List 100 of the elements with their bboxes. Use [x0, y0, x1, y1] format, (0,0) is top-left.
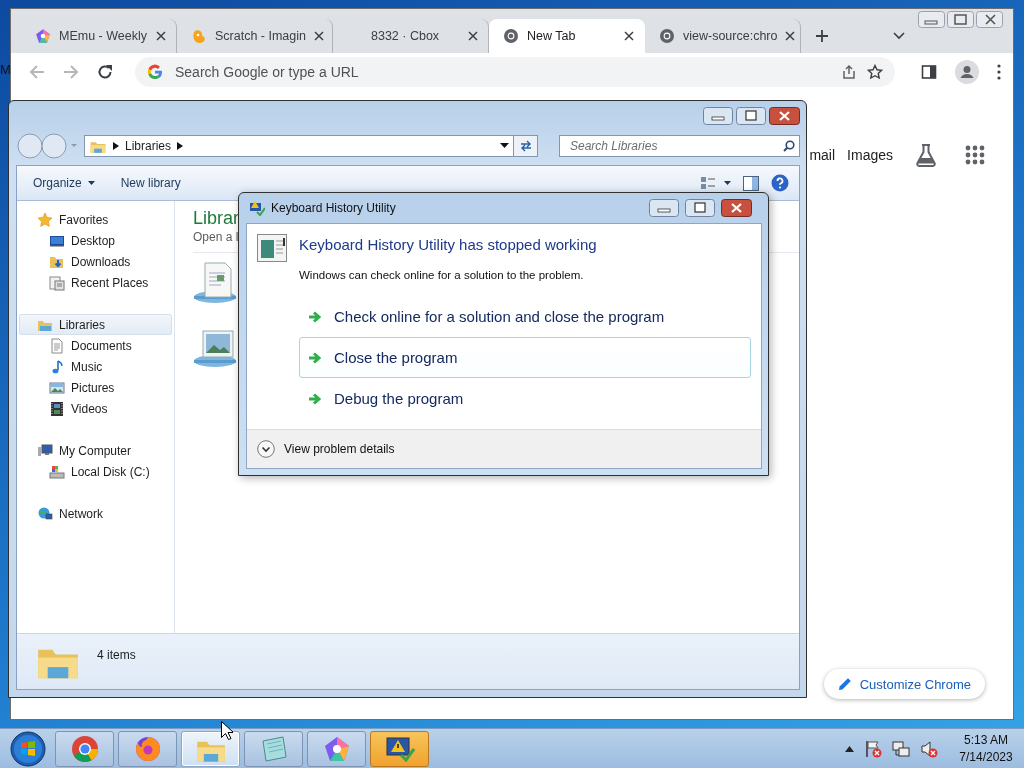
address-input[interactable]: Search Google or type a URL [173, 63, 831, 81]
chevron-down-icon [257, 440, 275, 458]
taskbar-button[interactable] [370, 730, 429, 767]
window-title: Keyboard History Utility [271, 201, 396, 215]
pencil-icon [837, 677, 852, 691]
star-icon[interactable] [867, 64, 883, 80]
chevron-down-icon[interactable] [893, 32, 905, 40]
toolbar-button[interactable]: New library [114, 173, 187, 193]
menu-icon[interactable] [997, 64, 1001, 80]
help-icon[interactable] [771, 174, 789, 192]
search-input[interactable]: Search Libraries [568, 137, 783, 154]
chrome-icon [659, 28, 675, 44]
nav-item[interactable]: My Computer [19, 440, 172, 461]
start-orb-icon[interactable] [10, 730, 46, 767]
browser-tab[interactable]: MEmu - Weekly [21, 19, 177, 53]
program-window-icon [257, 234, 287, 262]
firefox-icon [133, 734, 162, 763]
recent-icon [49, 274, 65, 291]
close-icon[interactable] [721, 199, 752, 217]
details-toggle[interactable]: View problem details [257, 440, 395, 458]
command-link[interactable]: Debug the program [299, 378, 751, 419]
close-icon[interactable] [785, 31, 796, 41]
refresh-button[interactable] [514, 134, 538, 157]
browser-tab[interactable]: New Tab [489, 19, 645, 53]
reload-icon[interactable] [97, 64, 113, 80]
network-icon[interactable] [892, 739, 910, 758]
search-field[interactable]: Search Libraries [559, 134, 800, 157]
close-icon[interactable] [314, 31, 324, 41]
nav-item[interactable]: Music [19, 356, 172, 377]
app-warning-icon [249, 200, 265, 216]
item-count: 4 items [97, 648, 136, 662]
share-icon[interactable] [841, 64, 857, 80]
command-link[interactable]: Check online for a solution and close the program [299, 296, 751, 337]
top-link[interactable]: Images [847, 147, 893, 163]
app-icon [322, 734, 351, 763]
maximize-icon[interactable] [685, 199, 715, 217]
chrome-icon [503, 28, 519, 44]
nav-item[interactable]: Recent Places [19, 272, 172, 293]
nav-item[interactable]: Desktop [19, 230, 172, 251]
close-icon[interactable] [468, 31, 478, 41]
show-hidden-icon[interactable] [845, 745, 854, 752]
favorites-icon [37, 211, 53, 228]
plus-icon[interactable] [815, 29, 829, 43]
nav-item[interactable]: Downloads [19, 251, 172, 272]
documents-icon [49, 337, 65, 354]
nav-item[interactable]: Favorites [19, 209, 172, 230]
nav-item[interactable]: Libraries [19, 314, 172, 335]
section-subtitle: Open a l [193, 230, 239, 244]
volume-muted-icon[interactable] [920, 739, 938, 758]
chrome-icon [70, 734, 99, 763]
pictures-icon [49, 379, 65, 396]
clock-time[interactable]: 5:13 AM [964, 731, 1008, 749]
taskbar-button[interactable] [55, 730, 114, 767]
preview-pane-icon[interactable] [743, 175, 759, 191]
close-icon[interactable] [769, 106, 800, 125]
disk-icon [49, 463, 65, 480]
dialog-heading: Keyboard History Utility has stopped working [299, 235, 597, 255]
document-library-icon [193, 259, 237, 305]
close-icon[interactable] [156, 31, 166, 41]
toolbar-button[interactable]: Organize [27, 173, 101, 193]
close-icon[interactable] [624, 31, 634, 41]
arrow-icon [308, 351, 322, 364]
side-panel-icon[interactable] [921, 64, 937, 80]
arrow-icon [308, 392, 322, 405]
maximize-icon[interactable] [947, 11, 974, 28]
customize-chrome-button[interactable]: Customize Chrome [823, 669, 985, 699]
app-icon [35, 28, 51, 44]
minimize-icon[interactable] [649, 199, 679, 217]
dropdown-caret-icon[interactable] [500, 143, 509, 148]
avatar-icon[interactable] [955, 60, 979, 84]
network-icon [37, 505, 53, 522]
nav-item[interactable]: Local Disk (C:) [19, 461, 172, 482]
breadcrumb-arrow-icon[interactable] [177, 141, 184, 150]
nav-item[interactable]: Documents [19, 335, 172, 356]
breadcrumb-item[interactable]: Libraries [125, 138, 172, 153]
nav-item[interactable]: Pictures [19, 377, 172, 398]
taskbar-button[interactable] [181, 730, 240, 767]
maximize-icon[interactable] [736, 106, 766, 125]
address-bar[interactable]: Search Google or type a URL [135, 57, 895, 87]
search-icon [783, 139, 795, 152]
taskbar-button[interactable] [118, 730, 177, 767]
minimize-icon[interactable] [703, 106, 733, 125]
browser-tab[interactable]: view-source:chro [645, 19, 801, 53]
nav-item[interactable]: Network [19, 503, 172, 524]
taskbar-button[interactable] [307, 730, 366, 767]
clock-date[interactable]: 7/14/2023 [959, 748, 1013, 766]
top-link[interactable]: mail [809, 147, 836, 163]
desktop-icon-label: M [0, 62, 11, 77]
flask-icon[interactable] [915, 143, 937, 167]
view-options-icon[interactable] [701, 176, 731, 190]
command-link[interactable]: Close the program [299, 337, 751, 378]
nav-item[interactable]: Videos [19, 398, 172, 419]
flag-error-icon[interactable] [864, 739, 882, 758]
browser-tab[interactable]: Scratch - Imagin [177, 19, 333, 53]
close-icon[interactable] [976, 11, 1003, 28]
breadcrumb-arrow-icon[interactable] [113, 141, 119, 150]
computer-icon [37, 442, 53, 459]
address-bar[interactable]: Libraries [84, 134, 514, 157]
caret-icon [87, 181, 95, 185]
apps-grid-icon[interactable] [965, 145, 985, 165]
